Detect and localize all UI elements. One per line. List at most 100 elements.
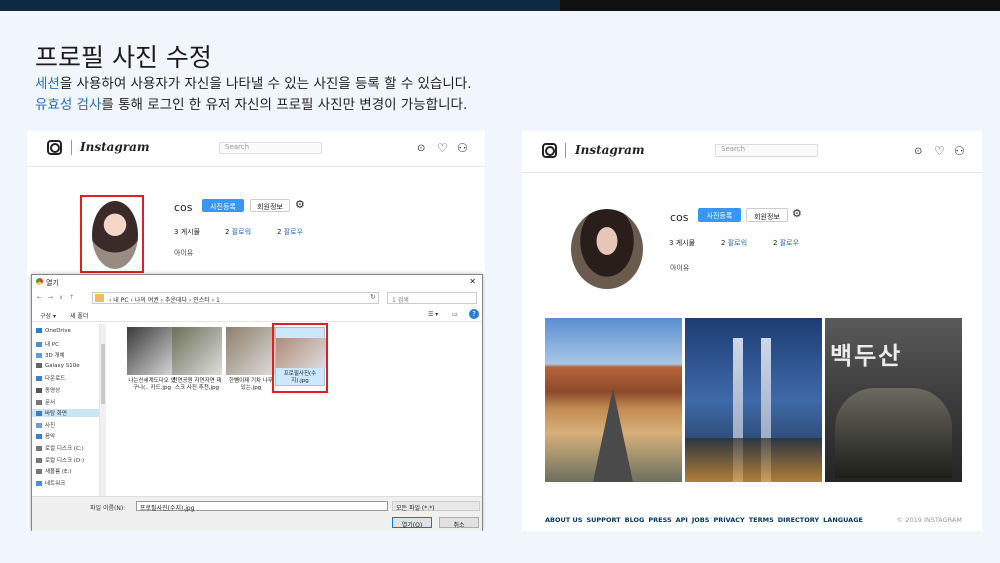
person-icon[interactable]: ⚇	[954, 145, 965, 157]
member-info-button[interactable]: 회원정보	[250, 199, 290, 212]
file-item[interactable]: 나는신세계도다오 었구나(.. 카드.jpg	[127, 327, 177, 392]
cancel-button[interactable]: 취소	[439, 517, 479, 529]
instagram-header: Instagram Search ⊙ ♡ ⚇	[27, 131, 485, 167]
copyright-text: © 2019 INSTAGRAM	[896, 516, 962, 524]
footer-link[interactable]: DIRECTORY	[778, 516, 819, 524]
view-icon[interactable]: ☰ ▾	[428, 311, 438, 318]
nav-pane-item-label: 로컬 디스크 (C:)	[45, 446, 84, 452]
file-item[interactable]: 한뼘이제 기차 나무 있는.jpg	[226, 327, 276, 392]
nav-pane-item[interactable]: 바탕 화면	[32, 409, 99, 418]
posts-stat: 3 게시물	[669, 238, 695, 248]
footer-link[interactable]: PRESS	[648, 516, 671, 524]
folder-icon	[36, 434, 42, 440]
nav-pane-item[interactable]: 동영상	[36, 386, 60, 394]
camera-icon[interactable]	[47, 140, 62, 155]
member-info-button[interactable]: 회원정보	[746, 208, 788, 222]
followers-stat[interactable]: 2 팔로워	[225, 227, 251, 237]
organize-menu[interactable]: 구성 ▾	[40, 311, 56, 320]
dialog-title: 열기	[46, 279, 59, 287]
upload-photo-button[interactable]: 사진등록	[202, 199, 244, 212]
instagram-logo[interactable]: Instagram	[80, 140, 150, 154]
search-input[interactable]: Search	[219, 142, 322, 154]
file-item[interactable]: 천연공원 자연자연 데스크 사진 추천.jpg	[172, 327, 222, 392]
nav-pane-item[interactable]: 내 PC	[36, 340, 59, 348]
footer-link[interactable]: SUPPORT	[586, 516, 620, 524]
folder-search-input[interactable]: 1 검색	[387, 292, 477, 304]
open-button[interactable]: 열기(O)	[392, 517, 432, 529]
file-type-select[interactable]: 모든 파일 (*.*)	[392, 501, 480, 512]
selected-file-highlight-box	[272, 323, 328, 393]
city-lights	[685, 438, 822, 482]
gear-icon[interactable]: ⚙	[295, 198, 305, 211]
nav-pane-item[interactable]: 사진	[36, 421, 55, 429]
search-input[interactable]: Search	[715, 144, 818, 157]
folder-icon	[36, 457, 42, 463]
following-stat[interactable]: 2 팔로우	[773, 238, 799, 248]
gear-icon[interactable]: ⚙	[792, 207, 802, 220]
post-thumbnail-petronas-towers[interactable]	[685, 318, 822, 482]
nav-pane-scrollbar[interactable]	[100, 324, 106, 496]
footer-link[interactable]: API	[676, 516, 688, 524]
address-bar[interactable]: › 내 PC › 나의 여권 › 추운데다 › 인스타 › 1	[92, 292, 379, 304]
new-folder-button[interactable]: 새 폴더	[70, 311, 88, 320]
post-thumbnail-movie-poster[interactable]: 백두산	[825, 318, 962, 482]
description-1-text: 을 사용하여 사용자가 자신을 나타낼 수 있는 사진을 등록 할 수 있습니다…	[59, 76, 472, 92]
file-thumbnail	[127, 327, 177, 375]
footer-link[interactable]: TERMS	[749, 516, 774, 524]
nav-pane-item-label: 다운로드	[45, 376, 66, 383]
compass-icon[interactable]: ⊙	[914, 146, 922, 158]
followers-label: 팔로워	[727, 239, 748, 247]
footer-link[interactable]: ABOUT US	[545, 516, 582, 524]
description-line-1: 세션을 사용하여 사용자가 자신을 나타낼 수 있는 사진을 등록 할 수 있습…	[35, 72, 472, 92]
filename-input[interactable]: 프로필사진(수지).jpg	[136, 501, 388, 512]
heart-icon[interactable]: ♡	[437, 142, 448, 154]
nav-pane-item[interactable]: 3D 개체	[36, 351, 65, 359]
nav-pane-item[interactable]: Galaxy S10e	[36, 362, 80, 369]
following-stat[interactable]: 2 팔로우	[277, 227, 303, 237]
file-name: 천연공원 자연자연 데스크 사진 추천.jpg	[172, 378, 222, 391]
nav-pane-item[interactable]: 다운로드	[36, 374, 65, 382]
file-name: 나는신세계도다오 었구나(.. 카드.jpg	[128, 378, 176, 391]
footer-link[interactable]: BLOG	[625, 516, 645, 524]
nav-arrows[interactable]: ← → ∨ ↑	[37, 294, 76, 301]
close-icon[interactable]: ✕	[469, 277, 476, 286]
following-label: 팔로우	[283, 228, 304, 236]
poster-figures	[835, 388, 952, 478]
folder-icon	[36, 328, 42, 333]
nav-pane-item[interactable]: 네트워크	[36, 479, 65, 487]
person-icon[interactable]: ⚇	[457, 142, 468, 154]
road-shape	[593, 388, 633, 482]
nav-pane-item-label: 내 PC	[45, 341, 59, 348]
posts-stat: 3 게시물	[174, 227, 200, 237]
help-icon[interactable]: ?	[469, 309, 479, 319]
footer-link[interactable]: PRIVACY	[713, 516, 744, 524]
footer-link[interactable]: LANGUAGE	[823, 516, 863, 524]
nav-pane-item[interactable]: OneDrive	[36, 328, 71, 334]
dialog-toolbar: 구성 ▾ 새 폴더 ☰ ▾ ▭ ?	[32, 308, 482, 322]
nav-pane-item[interactable]: 새볼륨 (E:)	[36, 467, 72, 475]
profile-bio: 아이유	[670, 264, 690, 272]
followers-stat[interactable]: 2 팔로워	[721, 238, 747, 248]
following-label: 팔로우	[779, 239, 800, 247]
preview-pane-icon[interactable]: ▭	[452, 311, 458, 318]
nav-pane-item[interactable]: 로컬 디스크 (D:)	[36, 456, 84, 464]
heart-icon[interactable]: ♡	[934, 145, 945, 157]
nav-pane-item-label: OneDrive	[45, 328, 71, 334]
posts-label: 게시물	[180, 228, 201, 236]
nav-pane-item[interactable]: 음악	[36, 432, 55, 440]
avatar-highlight-box	[80, 195, 144, 273]
folder-icon	[36, 341, 42, 347]
nav-pane-item[interactable]: 로컬 디스크 (C:)	[36, 444, 84, 452]
profile-username: cos	[670, 211, 689, 224]
post-thumbnail-desert-road[interactable]	[545, 318, 682, 482]
highlight-session: 세션	[35, 76, 60, 92]
upload-photo-button[interactable]: 사진등록	[698, 208, 741, 222]
instagram-logo[interactable]: Instagram	[575, 143, 645, 157]
camera-icon[interactable]	[542, 143, 557, 158]
footer-link[interactable]: JOBS	[692, 516, 710, 524]
refresh-icon[interactable]: ↻	[370, 293, 376, 301]
compass-icon[interactable]: ⊙	[417, 143, 425, 155]
profile-avatar[interactable]	[571, 209, 643, 289]
nav-pane-item[interactable]: 문서	[36, 398, 55, 406]
file-open-dialog: 열기 ✕ ← → ∨ ↑ › 내 PC › 나의 여권 › 추운데다 › 인스타…	[31, 274, 483, 531]
